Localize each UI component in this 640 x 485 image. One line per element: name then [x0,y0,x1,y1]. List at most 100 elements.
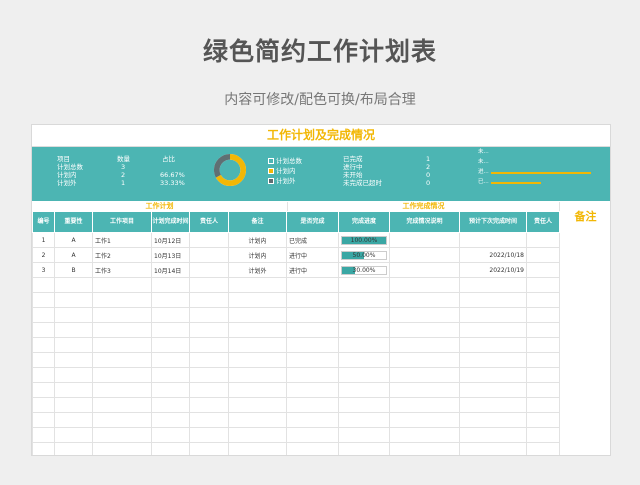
empty-cell[interactable] [286,367,339,383]
cell-desc[interactable] [389,232,460,248]
cell-importance[interactable]: A [54,247,93,263]
empty-cell[interactable] [459,412,527,428]
empty-cell[interactable] [338,397,390,413]
empty-cell[interactable] [286,277,339,293]
cell-item[interactable]: 工作3 [92,262,152,278]
empty-cell[interactable] [189,322,229,338]
cell-next-date[interactable]: 2022/10/18 [459,247,527,263]
empty-cell[interactable] [32,427,55,443]
empty-cell[interactable] [189,337,229,353]
empty-cell[interactable] [389,442,460,455]
empty-cell[interactable] [389,412,460,428]
empty-cell[interactable] [389,367,460,383]
empty-cell[interactable] [32,367,55,383]
empty-cell[interactable] [151,397,190,413]
empty-cell[interactable] [32,352,55,368]
empty-cell[interactable] [228,337,287,353]
empty-cell[interactable] [286,382,339,398]
empty-cell[interactable] [338,367,390,383]
cell-note[interactable]: 计划外 [228,262,287,278]
empty-cell[interactable] [526,337,560,353]
empty-cell[interactable] [526,427,560,443]
empty-cell[interactable] [526,412,560,428]
empty-cell[interactable] [189,397,229,413]
empty-cell[interactable] [389,397,460,413]
empty-cell[interactable] [92,442,152,455]
cell-plan-date[interactable]: 10月14日 [151,262,190,278]
cell-progress[interactable]: 30.00% [338,262,390,278]
empty-cell[interactable] [189,442,229,455]
empty-cell[interactable] [459,292,527,308]
empty-cell[interactable] [459,307,527,323]
empty-cell[interactable] [526,292,560,308]
empty-cell[interactable] [54,277,93,293]
empty-cell[interactable] [228,322,287,338]
empty-cell[interactable] [228,442,287,455]
cell-next-date[interactable]: 2022/10/19 [459,262,527,278]
empty-cell[interactable] [338,277,390,293]
cell-owner2[interactable] [526,232,560,248]
notes-column[interactable] [559,231,610,455]
cell-note[interactable]: 计划内 [228,247,287,263]
empty-cell[interactable] [526,307,560,323]
empty-cell[interactable] [54,292,93,308]
cell-owner[interactable] [189,232,229,248]
empty-cell[interactable] [151,382,190,398]
empty-cell[interactable] [92,382,152,398]
empty-cell[interactable] [526,382,560,398]
empty-cell[interactable] [526,367,560,383]
empty-cell[interactable] [459,352,527,368]
cell-progress[interactable]: 100.00% [338,232,390,248]
col-header-importance[interactable]: 重要性 [54,211,93,233]
empty-cell[interactable] [54,322,93,338]
empty-cell[interactable] [286,322,339,338]
empty-cell[interactable] [151,322,190,338]
cell-importance[interactable]: B [54,262,93,278]
cell-plan-date[interactable]: 10月12日 [151,232,190,248]
empty-cell[interactable] [32,292,55,308]
empty-cell[interactable] [228,292,287,308]
empty-cell[interactable] [338,337,390,353]
empty-cell[interactable] [151,427,190,443]
empty-cell[interactable] [389,277,460,293]
empty-cell[interactable] [151,352,190,368]
empty-cell[interactable] [459,382,527,398]
empty-cell[interactable] [389,352,460,368]
empty-cell[interactable] [32,337,55,353]
empty-cell[interactable] [338,427,390,443]
empty-cell[interactable] [459,442,527,455]
col-header-plan-date[interactable]: 计划完成时间 [151,211,190,233]
empty-cell[interactable] [92,337,152,353]
empty-cell[interactable] [286,427,339,443]
col-header-note[interactable]: 备注 [228,211,287,233]
empty-cell[interactable] [92,277,152,293]
empty-cell[interactable] [54,442,93,455]
cell-item[interactable]: 工作2 [92,247,152,263]
empty-cell[interactable] [151,307,190,323]
empty-cell[interactable] [459,427,527,443]
empty-cell[interactable] [338,412,390,428]
cell-no[interactable]: 3 [32,262,55,278]
empty-cell[interactable] [389,337,460,353]
empty-cell[interactable] [92,427,152,443]
cell-no[interactable]: 1 [32,232,55,248]
empty-cell[interactable] [389,427,460,443]
cell-no[interactable]: 2 [32,247,55,263]
empty-cell[interactable] [189,277,229,293]
empty-cell[interactable] [92,322,152,338]
empty-cell[interactable] [92,307,152,323]
empty-cell[interactable] [151,412,190,428]
col-header-no[interactable]: 编号 [32,211,55,233]
empty-cell[interactable] [338,382,390,398]
empty-cell[interactable] [526,352,560,368]
empty-cell[interactable] [459,367,527,383]
empty-cell[interactable] [228,367,287,383]
empty-cell[interactable] [54,367,93,383]
empty-cell[interactable] [54,412,93,428]
empty-cell[interactable] [54,382,93,398]
empty-cell[interactable] [459,337,527,353]
cell-next-date[interactable] [459,232,527,248]
empty-cell[interactable] [286,337,339,353]
empty-cell[interactable] [54,397,93,413]
empty-cell[interactable] [286,307,339,323]
